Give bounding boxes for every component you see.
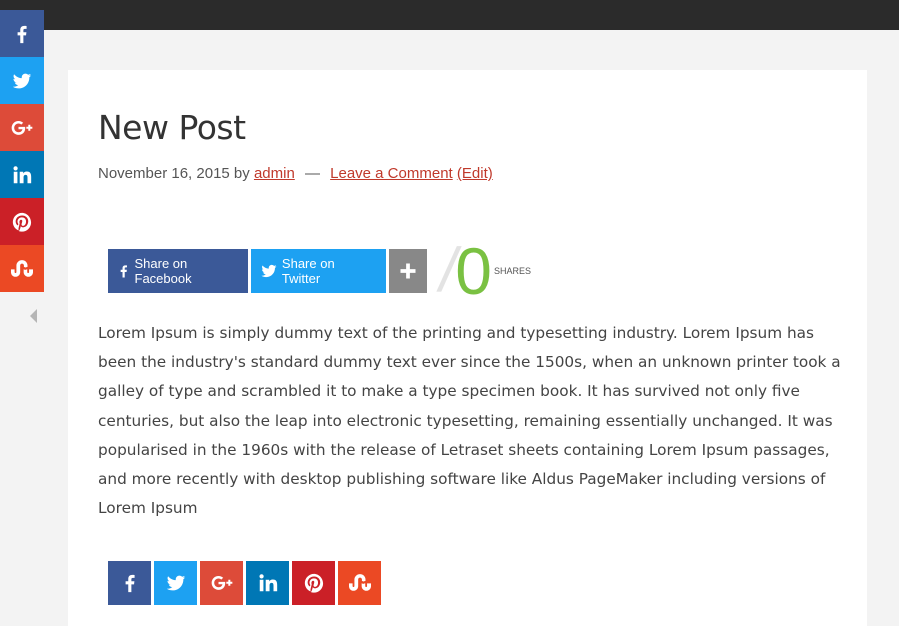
share-on-twitter-label: Share on Twitter	[281, 256, 335, 286]
share-counter: / 0 SHARES	[434, 234, 531, 308]
bottom-share-pinterest[interactable]	[292, 561, 335, 605]
share-count-number: 0	[455, 234, 492, 308]
facebook-icon	[17, 25, 27, 43]
linkedin-icon	[258, 574, 277, 592]
post-card: New Post November 16, 2015 by admin — Le…	[68, 70, 867, 626]
post-by-label: by	[233, 165, 250, 182]
post-date: November 16, 2015	[98, 165, 230, 182]
bottom-share-google-plus[interactable]	[200, 561, 243, 605]
side-share-pinterest[interactable]	[0, 198, 44, 245]
linkedin-icon	[13, 165, 32, 183]
twitter-icon	[12, 73, 32, 88]
bottom-share-facebook[interactable]	[108, 561, 151, 605]
plus-icon	[400, 263, 416, 279]
post-meta: November 16, 2015 by admin — Leave a Com…	[98, 165, 493, 182]
floating-share-sidebar	[0, 10, 44, 292]
post-title: New Post	[98, 108, 246, 147]
bottom-share-buttons	[108, 561, 384, 605]
facebook-icon	[125, 574, 135, 593]
leave-comment-link[interactable]: Leave a Comment	[330, 165, 453, 182]
google-plus-icon	[211, 575, 232, 590]
pinterest-icon	[12, 212, 32, 232]
google-plus-icon	[11, 120, 33, 135]
side-share-facebook[interactable]	[0, 10, 44, 57]
stumbleupon-icon	[348, 574, 371, 591]
twitter-icon	[261, 264, 277, 278]
side-share-google-plus[interactable]	[0, 104, 44, 151]
facebook-icon	[120, 265, 127, 278]
share-on-twitter-button[interactable]: Share on Twitter	[251, 249, 386, 293]
twitter-icon	[166, 575, 185, 591]
bottom-share-twitter[interactable]	[154, 561, 197, 605]
more-share-button[interactable]	[389, 249, 427, 293]
share-count-label: SHARES	[493, 266, 531, 276]
collapse-sidebar-arrow-icon[interactable]	[30, 309, 37, 323]
side-share-linkedin[interactable]	[0, 151, 44, 198]
pinterest-icon	[304, 573, 323, 593]
post-body-text: Lorem Ipsum is simply dummy text of the …	[98, 324, 841, 518]
side-share-stumbleupon[interactable]	[0, 245, 44, 292]
share-on-facebook-label: Share on Facebook	[134, 256, 192, 286]
edit-link[interactable]: (Edit)	[457, 165, 493, 182]
bottom-share-stumbleupon[interactable]	[338, 561, 381, 605]
stumbleupon-icon	[11, 259, 33, 277]
top-navigation-bar	[0, 0, 899, 30]
share-bar: Share on Facebook Share on Twitter / 0 S…	[108, 236, 531, 305]
author-link[interactable]: admin	[254, 165, 295, 182]
bottom-share-linkedin[interactable]	[246, 561, 289, 605]
meta-dash: —	[304, 165, 320, 182]
share-on-facebook-button[interactable]: Share on Facebook	[108, 249, 248, 293]
side-share-twitter[interactable]	[0, 57, 44, 104]
